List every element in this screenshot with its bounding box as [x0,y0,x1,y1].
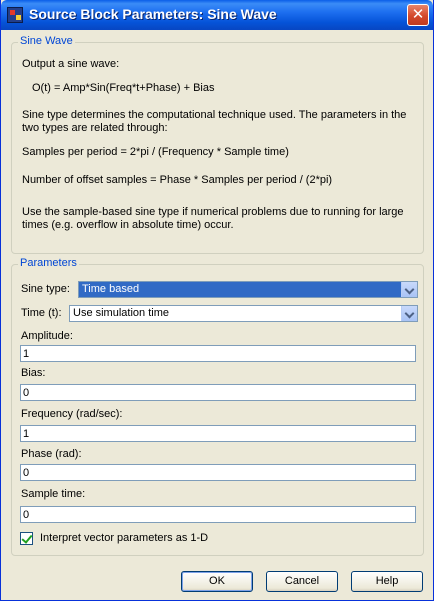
description-line: Output a sine wave: [22,58,120,70]
time-value: Use simulation time [73,307,169,319]
simulink-block-icon [7,7,23,23]
close-button[interactable]: ✕ [407,4,429,26]
ok-button[interactable]: OK [181,571,253,592]
time-label: Time (t): [21,307,62,319]
interpret-vector-checkbox[interactable] [20,532,33,545]
description-line: Use the sample-based sine type if numeri… [22,206,404,231]
ok-button-label: OK [209,575,225,587]
amplitude-label: Amplitude: [21,330,73,342]
phase-field[interactable] [20,464,416,481]
phase-label: Phase (rad): [21,448,82,460]
description-group: Sine Wave Output a sine wave: O(t) = Amp… [11,35,424,254]
window-title: Source Block Parameters: Sine Wave [29,6,277,22]
description-line: Sine type determines the computational t… [22,109,407,134]
sine-type-label: Sine type: [21,283,70,295]
chevron-down-icon[interactable] [401,306,417,321]
interpret-vector-label[interactable]: Interpret vector parameters as 1-D [40,532,208,544]
cancel-button[interactable]: Cancel [266,571,338,592]
frequency-field[interactable] [20,425,416,442]
title-bar[interactable]: Source Block Parameters: Sine Wave ✕ [1,0,433,30]
description-line: Number of offset samples = Phase * Sampl… [22,174,333,186]
bias-field[interactable] [20,384,416,401]
description-line: Samples per period = 2*pi / (Frequency *… [22,146,289,158]
bias-label: Bias: [21,367,46,379]
cancel-button-label: Cancel [284,575,320,587]
sample-time-field[interactable] [20,506,416,523]
help-button[interactable]: Help [351,571,423,592]
parameters-group: Parameters Sine type: Time based Time (t… [11,257,424,556]
sample-time-label: Sample time: [21,488,86,500]
frequency-label: Frequency (rad/sec): [21,408,123,420]
dialog-window: Source Block Parameters: Sine Wave ✕ Sin… [0,0,434,601]
description-group-label: Sine Wave [18,35,75,47]
time-select[interactable]: Use simulation time [69,305,418,322]
sine-type-value: Time based [79,282,401,297]
parameters-group-label: Parameters [18,257,79,269]
help-button-label: Help [375,575,399,587]
formula-line: O(t) = Amp*Sin(Freq*t+Phase) + Bias [32,82,215,94]
amplitude-field[interactable] [20,345,416,362]
chevron-down-icon[interactable] [401,282,417,297]
close-icon: ✕ [411,6,425,23]
sine-type-select[interactable]: Time based [78,281,418,298]
